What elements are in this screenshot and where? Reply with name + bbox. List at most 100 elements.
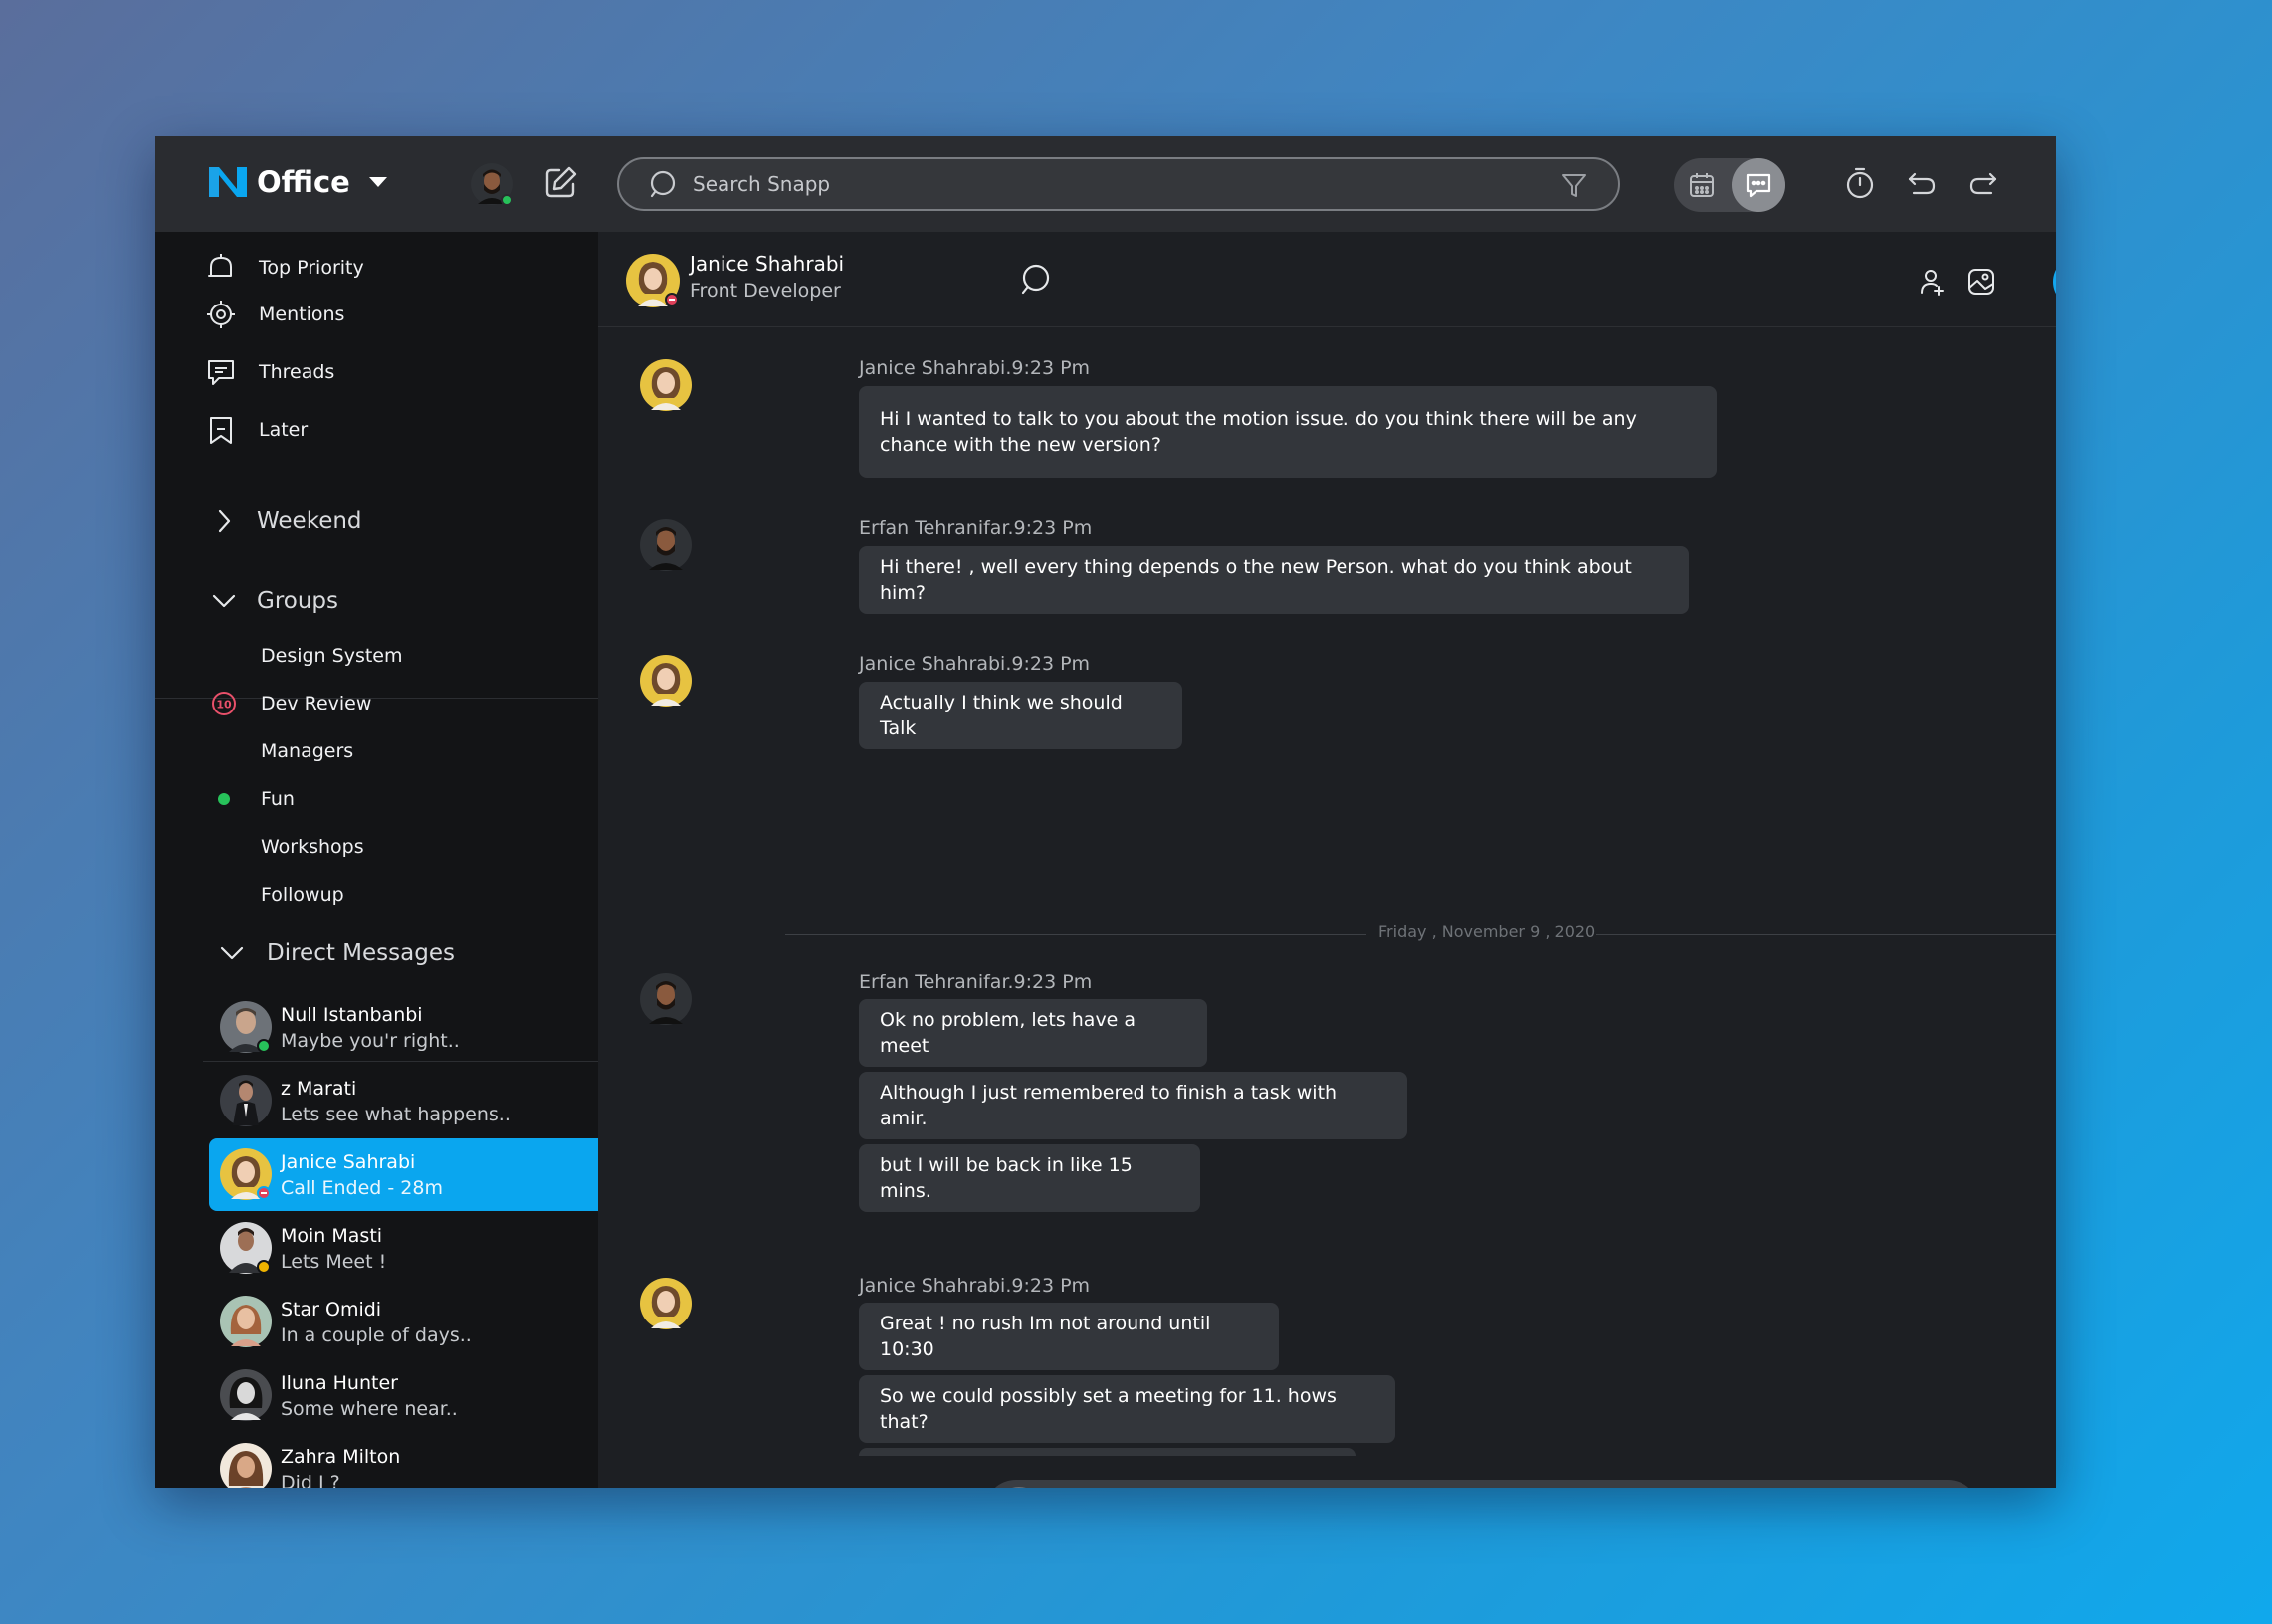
dm-item[interactable]: z Marati Lets see what happens..: [209, 1065, 598, 1137]
chevron-down-icon: [368, 177, 387, 187]
dm-item-active[interactable]: Janice Sahrabi Call Ended - 28m: [209, 1138, 598, 1211]
group-followup[interactable]: Followup: [261, 880, 344, 910]
bookmark-icon: [210, 417, 232, 444]
avatar: [220, 1075, 272, 1126]
section-groups[interactable]: Groups: [211, 588, 338, 614]
dm-name: z Marati: [281, 1077, 357, 1100]
avatar: [640, 1278, 692, 1329]
image-icon: [1968, 269, 1994, 295]
nav-mentions[interactable]: Mentions: [205, 295, 344, 334]
avatar: [220, 1148, 272, 1200]
avatar: [640, 655, 692, 707]
add-user-icon: [1921, 270, 1944, 296]
chat-header: Janice Shahrabi Front Developer: [598, 232, 2056, 327]
video-call-button[interactable]: [2053, 256, 2056, 307]
dm-item[interactable]: Moin Masti Lets Meet !: [209, 1212, 598, 1285]
unread-count-badge: 10: [212, 692, 236, 715]
app-logo-icon: [209, 167, 247, 197]
media-button[interactable]: [1956, 256, 2007, 307]
chat-bubble-icon: [1746, 173, 1771, 198]
dm-name: Janice Sahrabi: [281, 1150, 416, 1173]
section-label: Groups: [257, 588, 339, 614]
section-label: Weekend: [257, 508, 362, 534]
dm-item[interactable]: Star Omidi In a couple of days..: [209, 1286, 598, 1358]
add-member-button[interactable]: [1906, 256, 1958, 307]
group-workshops[interactable]: Workshops: [261, 832, 364, 862]
search-input[interactable]: [693, 172, 1489, 196]
message-meta: Janice Shahrabi.9:23 Pm: [859, 1275, 1091, 1297]
calendar-icon[interactable]: [1688, 171, 1716, 199]
separator-line: [785, 934, 1366, 935]
message-meta: Erfan Tehranifar.9:23 Pm: [859, 517, 1093, 539]
top-bar: Office: [155, 136, 2056, 232]
workspace-switcher[interactable]: Office: [207, 163, 388, 201]
nav-threads[interactable]: Threads: [205, 352, 334, 392]
group-design-system[interactable]: Design System: [261, 641, 403, 671]
message-bubble-partial: [859, 1448, 1356, 1456]
compose-icon[interactable]: [541, 164, 579, 202]
contact-role: Front Developer: [690, 280, 841, 302]
at-target-icon: [207, 301, 235, 328]
dm-name: Null Istanbanbi: [281, 1003, 423, 1026]
threads-icon: [208, 360, 234, 385]
message-bubble: but I will be back in like 15 mins.: [859, 1144, 1200, 1212]
group-fun[interactable]: Fun: [261, 784, 295, 814]
chat-panel: Janice Shahrabi Front Developer Janice S…: [598, 232, 2056, 1488]
undo-icon[interactable]: [1905, 166, 1939, 200]
user-avatar[interactable]: [470, 162, 514, 206]
section-label: Direct Messages: [267, 940, 455, 966]
avatar: [640, 519, 692, 571]
dm-preview: Maybe you'r right..: [281, 1029, 460, 1052]
chat-view-button[interactable]: [1732, 158, 1785, 212]
filter-icon[interactable]: [1560, 171, 1588, 199]
search-bar[interactable]: [617, 157, 1620, 211]
dm-preview: Lets see what happens..: [281, 1103, 511, 1125]
section-weekend[interactable]: Weekend: [211, 508, 362, 534]
nav-label: Later: [259, 419, 309, 441]
nav-label: Mentions: [259, 304, 345, 325]
avatar[interactable]: [625, 253, 681, 308]
chevron-right-icon: [218, 509, 231, 533]
dm-preview: Call Ended - 28m: [281, 1176, 443, 1199]
view-toggle[interactable]: [1674, 158, 1785, 212]
online-indicator: [218, 793, 230, 805]
dm-preview: Lets Meet !: [281, 1250, 387, 1273]
group-managers[interactable]: Managers: [261, 736, 353, 766]
message-bubble: Ok no problem, lets have a meet: [859, 999, 1207, 1067]
nav-top-priority[interactable]: Top Priority: [205, 248, 364, 288]
nav-label: Threads: [259, 361, 335, 383]
search-icon[interactable]: [1019, 262, 1055, 298]
dm-name: Zahra Milton: [281, 1445, 401, 1468]
date-separator: Friday , November 9 , 2020: [785, 922, 2056, 946]
redo-icon[interactable]: [1966, 166, 2000, 200]
message-meta: Janice Shahrabi.9:23 Pm: [859, 653, 1091, 675]
message-composer: [984, 1480, 1979, 1488]
contact-name: Janice Shahrabi: [690, 252, 845, 276]
date-label: Friday , November 9 , 2020: [1378, 922, 1596, 941]
dm-name: Moin Masti: [281, 1224, 383, 1247]
section-direct-messages[interactable]: Direct Messages: [219, 940, 455, 966]
dm-item[interactable]: Null Istanbanbi Maybe you'r right..: [209, 991, 598, 1064]
message-meta: Erfan Tehranifar.9:23 Pm: [859, 971, 1093, 993]
avatar: [220, 1369, 272, 1421]
dm-item[interactable]: Zahra Milton Did I ?: [209, 1433, 598, 1488]
nav-label: Top Priority: [259, 257, 364, 279]
message-bubble: Actually I think we should Talk: [859, 682, 1182, 749]
dm-name: Star Omidi: [281, 1298, 382, 1320]
emoji-button[interactable]: [994, 1487, 1044, 1488]
dm-name: Iluna Hunter: [281, 1371, 398, 1394]
message-bubble: So we could possibly set a meeting for 1…: [859, 1375, 1395, 1443]
avatar: [220, 1001, 272, 1053]
timer-icon[interactable]: [1843, 166, 1877, 200]
dm-item[interactable]: Iluna Hunter Some where near..: [209, 1359, 598, 1432]
avatar: [220, 1443, 272, 1488]
message-bubble: Hi there! , well every thing depends o t…: [859, 546, 1689, 614]
chevron-down-icon: [212, 594, 236, 608]
dm-preview: Did I ?: [281, 1471, 340, 1489]
workspace-name: Office: [257, 165, 350, 199]
message-bubble: Hi I wanted to talk to you about the mot…: [859, 386, 1717, 478]
dm-preview: In a couple of days..: [281, 1323, 472, 1346]
chevron-down-icon: [220, 946, 244, 960]
nav-later[interactable]: Later: [205, 410, 308, 450]
group-dev-review[interactable]: Dev Review: [261, 689, 371, 718]
